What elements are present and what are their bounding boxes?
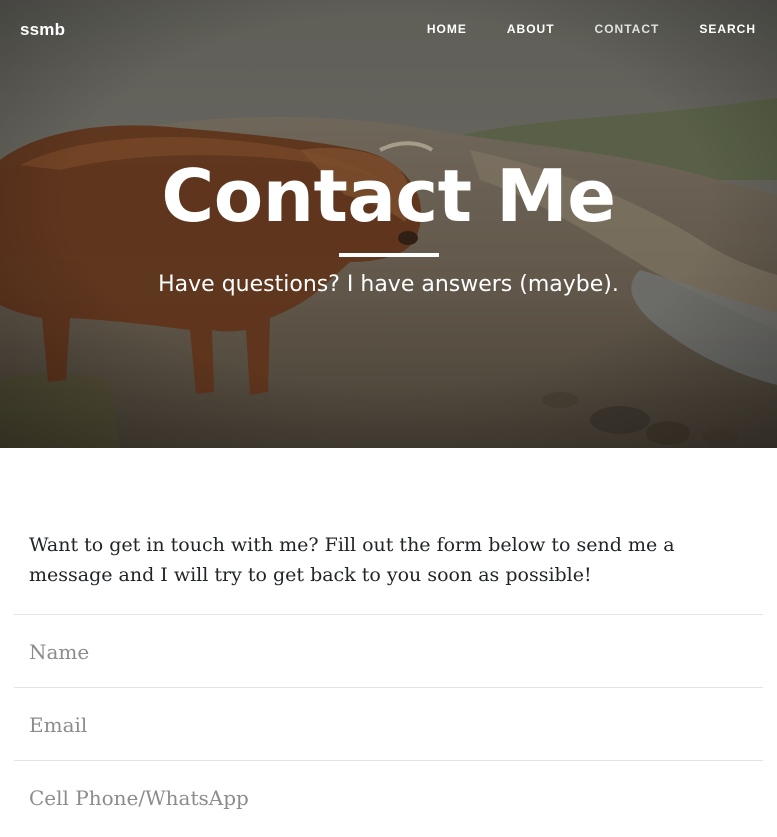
name-field-group [14,614,763,688]
nav-link-contact[interactable]: CONTACT [595,22,660,36]
nav-links: HOME ABOUT CONTACT SEARCH [387,22,756,36]
page-title: Contact Me [161,154,616,238]
email-input[interactable] [14,688,763,761]
nav-link-about[interactable]: ABOUT [507,22,555,36]
brand-logo[interactable]: ssmb [20,20,65,40]
phone-field-group [14,760,763,834]
email-field-group [14,687,763,761]
navbar: ssmb HOME ABOUT CONTACT SEARCH [0,0,777,60]
hero-heading: Contact Me Have questions? I have answer… [0,0,777,448]
nav-link-home[interactable]: HOME [427,22,467,36]
masthead: ssmb HOME ABOUT CONTACT SEARCH Contact M… [0,0,777,448]
page-subtitle: Have questions? I have answers (maybe). [158,272,619,297]
name-input[interactable] [14,615,763,688]
contact-form [14,614,763,834]
phone-input[interactable] [14,761,763,834]
title-divider [339,253,439,257]
nav-link-search[interactable]: SEARCH [699,22,756,36]
intro-text: Want to get in touch with me? Fill out t… [29,534,675,586]
main-content: Want to get in touch with me? Fill out t… [0,530,777,834]
